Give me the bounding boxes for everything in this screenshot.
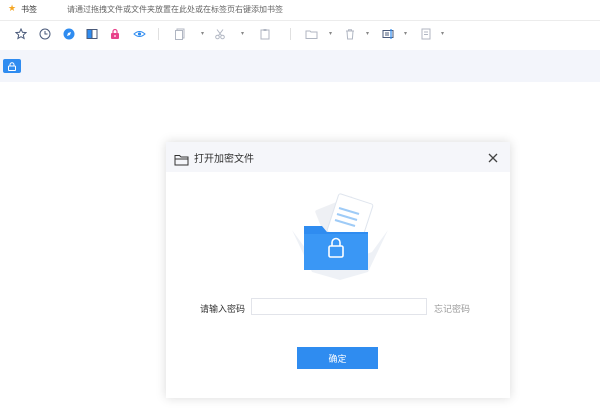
close-icon[interactable] xyxy=(486,150,500,164)
copy-icon[interactable] xyxy=(172,26,188,42)
bookmark-hint: 请通过拖拽文件或文件夹放置在此处或在标签页右键添加书签 xyxy=(67,5,283,14)
toolbar-separator xyxy=(158,28,159,40)
lock-icon xyxy=(8,61,16,71)
split-view-icon[interactable] xyxy=(84,26,100,42)
cut-icon[interactable] xyxy=(212,26,228,42)
confirm-button[interactable]: 确定 xyxy=(297,347,378,369)
toolbar: ▾ ▾ ▾ ▾ ▾ ▾ xyxy=(0,21,600,47)
chevron-down-icon[interactable]: ▾ xyxy=(241,31,244,37)
folder-icon[interactable] xyxy=(303,26,319,42)
chevron-down-icon[interactable]: ▾ xyxy=(441,31,444,37)
bookmark-label[interactable]: 书签 xyxy=(21,4,37,15)
clock-icon[interactable] xyxy=(37,26,53,42)
favorite-star-icon[interactable] xyxy=(13,26,29,42)
open-encrypted-file-dialog: 打开加密文件 请输入密码 忘记密码 确定 xyxy=(166,142,510,398)
password-input[interactable] xyxy=(251,298,427,315)
dialog-title: 打开加密文件 xyxy=(194,154,254,165)
password-label: 请输入密码 xyxy=(200,305,246,315)
bookmark-bar: ★ 书签 请通过拖拽文件或文件夹放置在此处或在标签页右键添加书签 xyxy=(0,0,600,21)
forgot-password-link[interactable]: 忘记密码 xyxy=(434,302,470,315)
eye-icon[interactable] xyxy=(131,26,147,42)
bookmark-star-icon[interactable]: ★ xyxy=(8,4,16,14)
paste-icon[interactable] xyxy=(257,26,273,42)
compass-icon[interactable] xyxy=(61,26,77,42)
tab-strip xyxy=(0,50,600,82)
chevron-down-icon[interactable]: ▾ xyxy=(404,31,407,37)
dialog-header: 打开加密文件 xyxy=(166,142,510,172)
toolbar-separator xyxy=(290,28,291,40)
rename-icon[interactable] xyxy=(380,26,396,42)
chevron-down-icon[interactable]: ▾ xyxy=(201,31,204,37)
locked-tab[interactable] xyxy=(3,59,21,73)
chevron-down-icon[interactable]: ▾ xyxy=(329,31,332,37)
properties-icon[interactable] xyxy=(418,26,434,42)
trash-icon[interactable] xyxy=(342,26,358,42)
lock-icon[interactable] xyxy=(107,26,123,42)
chevron-down-icon[interactable]: ▾ xyxy=(366,31,369,37)
folder-icon xyxy=(174,151,189,170)
encrypted-folder-illustration xyxy=(292,192,388,280)
